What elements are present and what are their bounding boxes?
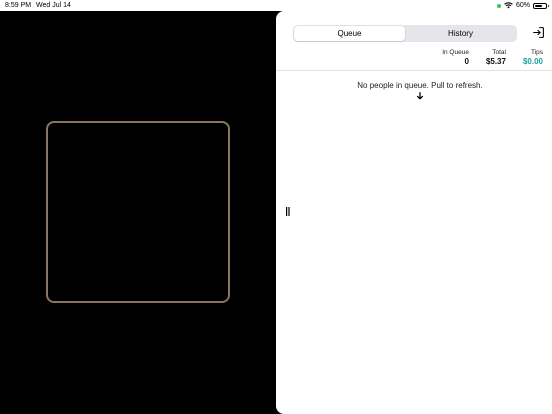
battery-percent: 60% — [515, 2, 530, 9]
scan-frame — [46, 121, 230, 303]
camera-viewfinder — [0, 11, 278, 414]
exit-icon[interactable] — [532, 26, 545, 39]
total-label: Total — [492, 49, 506, 56]
status-bar: 8:59 PM Wed Jul 14 60% — [0, 0, 552, 11]
divider — [276, 70, 552, 71]
queue-history-segmented-control[interactable]: Queue History — [293, 25, 517, 42]
status-indicators: 60% — [496, 0, 549, 11]
stat-total: Total $5.37 — [486, 49, 506, 67]
wifi-icon — [504, 2, 513, 9]
tab-queue[interactable]: Queue — [294, 26, 405, 41]
tips-label: Tips — [530, 49, 543, 56]
drag-handle-icon[interactable] — [286, 207, 290, 216]
privacy-indicator-icon — [496, 3, 501, 8]
in-queue-value: 0 — [464, 57, 469, 66]
total-value: $5.37 — [485, 57, 506, 66]
queue-stats: In Queue 0 Total $5.37 Tips $0.00 — [442, 49, 543, 67]
queue-panel: Queue History In Queue 0 Total $5.37 Tip… — [276, 11, 552, 414]
in-queue-label: In Queue — [442, 49, 469, 56]
stat-tips: Tips $0.00 — [523, 49, 543, 67]
status-date: Wed Jul 14 — [36, 2, 71, 9]
tab-history[interactable]: History — [405, 26, 516, 41]
empty-queue-message: No people in queue. Pull to refresh. — [357, 81, 483, 90]
tips-value: $0.00 — [522, 57, 543, 66]
stat-in-queue: In Queue 0 — [442, 49, 469, 67]
battery-icon — [533, 2, 549, 9]
arrow-down-icon — [416, 92, 424, 100]
status-time: 8:59 PM — [5, 2, 32, 9]
